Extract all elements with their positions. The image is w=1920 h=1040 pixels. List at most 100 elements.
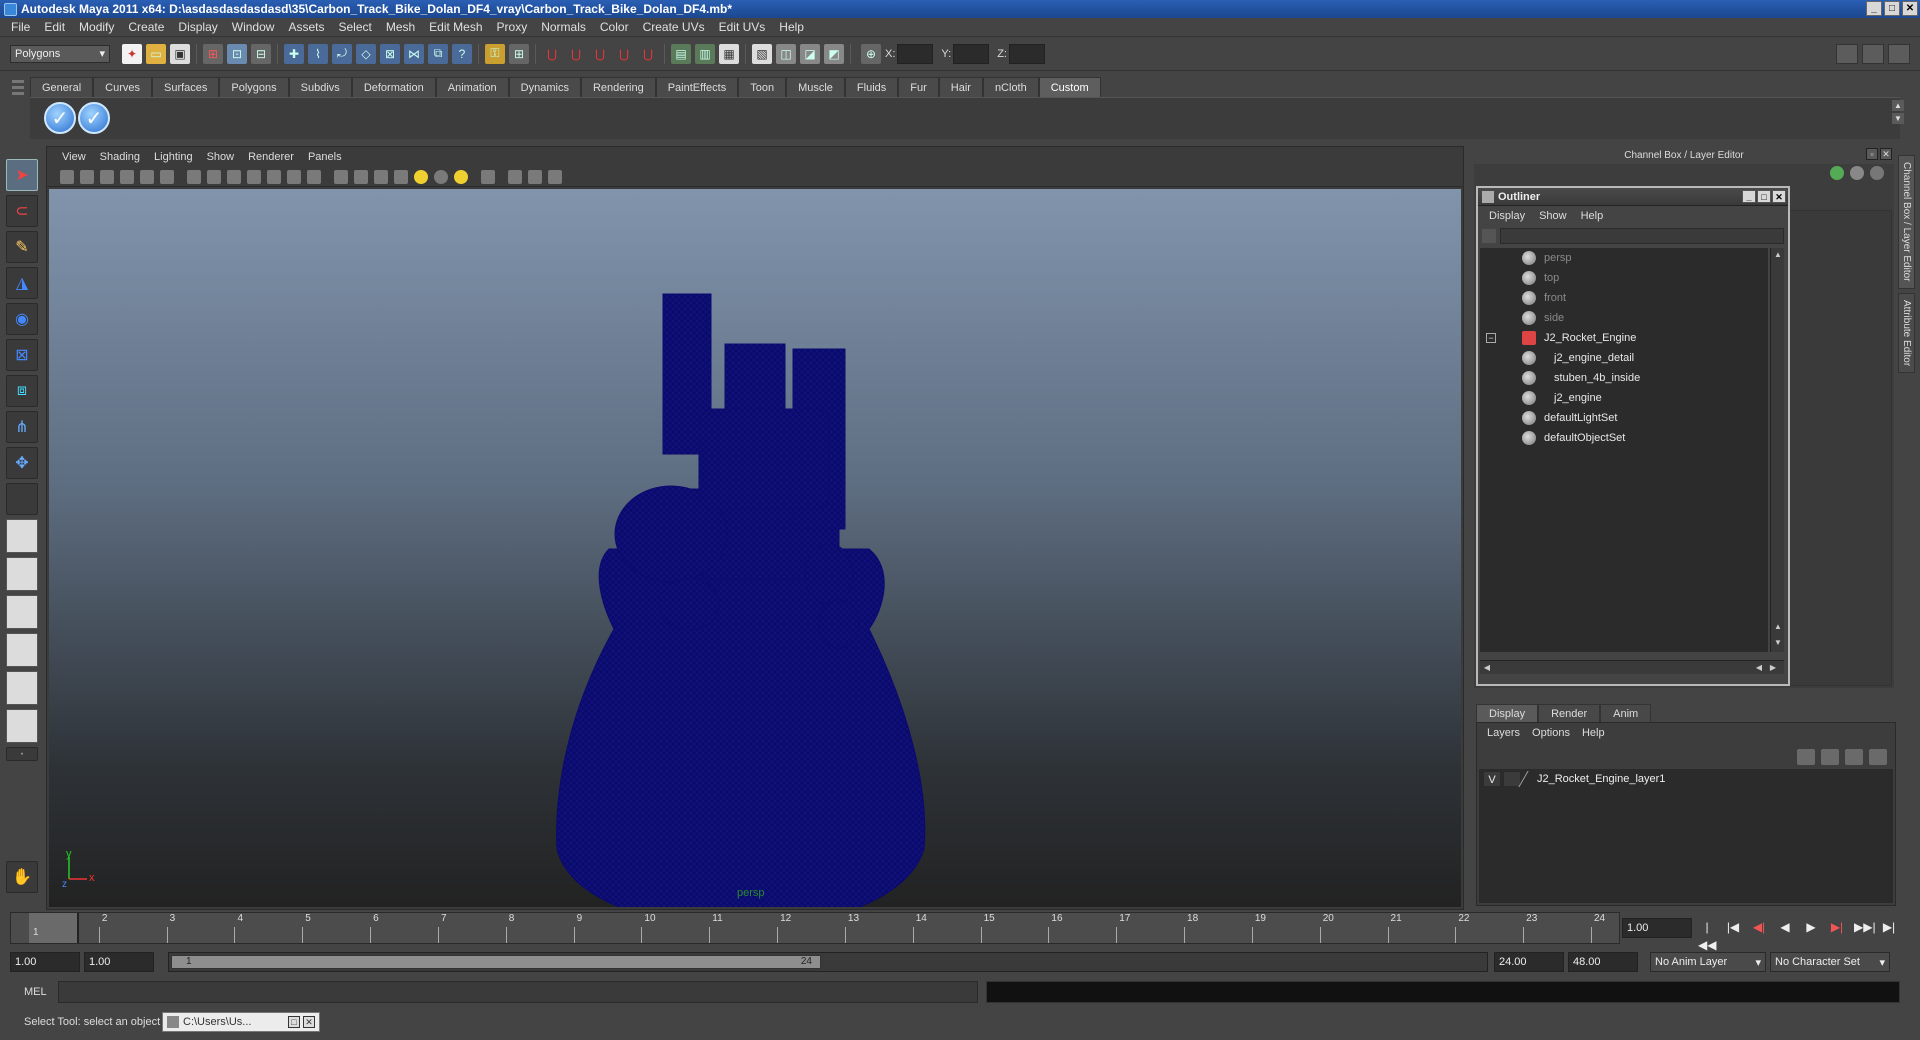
shelf-tab-painteffects[interactable]: PaintEffects xyxy=(655,77,739,97)
scroll-left-icon[interactable]: ◀ xyxy=(1754,663,1764,673)
menu-edit-mesh[interactable]: Edit Mesh xyxy=(422,20,489,34)
outliner-item-j2-engine-detail[interactable]: j2_engine_detail xyxy=(1480,348,1768,368)
viewport-menu-show[interactable]: Show xyxy=(200,151,242,163)
camera-attributes-icon[interactable] xyxy=(80,169,94,184)
attribute-editor-toggle-icon[interactable] xyxy=(1836,44,1858,64)
outliner-item-j2-engine[interactable]: j2_engine xyxy=(1480,388,1768,408)
shelf-tab-custom[interactable]: Custom xyxy=(1038,77,1101,97)
shelf-tab-deformation[interactable]: Deformation xyxy=(351,77,436,97)
viewport-menu-renderer[interactable]: Renderer xyxy=(241,151,301,163)
magnet-curve-icon[interactable]: ⋃ xyxy=(566,44,586,64)
film-gate-icon[interactable] xyxy=(207,169,221,184)
scale-tool-icon[interactable]: ⊠ xyxy=(6,339,38,371)
render-settings-icon[interactable]: ◩ xyxy=(824,43,844,64)
field-chart-icon[interactable] xyxy=(267,169,281,184)
outliner-minimize-button[interactable]: _ xyxy=(1742,190,1756,203)
menu-create[interactable]: Create xyxy=(121,20,171,34)
menu-create-uvs[interactable]: Create UVs xyxy=(636,20,712,34)
shelf-scroll-up-icon[interactable]: ▲ xyxy=(1892,100,1904,111)
select-mask-icon[interactable]: ⊞ xyxy=(509,43,529,64)
outliner-horizontal-scrollbar[interactable]: ◀ ◀ ▶ xyxy=(1480,660,1784,674)
outliner-menu-help[interactable]: Help xyxy=(1574,210,1611,222)
layer-row[interactable]: V J2_Rocket_Engine_layer1 xyxy=(1479,769,1893,789)
xray-components-icon[interactable] xyxy=(548,169,562,184)
ops-panel-icon[interactable]: ▦ xyxy=(719,43,739,64)
menu-edit[interactable]: Edit xyxy=(37,20,72,34)
hypershade-persp-layout-icon[interactable] xyxy=(6,671,38,705)
time-slider[interactable]: 123456789101112131415161718192021222324 … xyxy=(10,912,1620,944)
isolate-select-icon[interactable] xyxy=(508,169,522,184)
move-layer-down-icon[interactable] xyxy=(1821,749,1839,765)
menu-file[interactable]: File xyxy=(4,20,37,34)
go-to-start-icon[interactable]: |◀◀ xyxy=(1698,918,1716,952)
select-component-icon[interactable]: ⊟ xyxy=(251,43,271,64)
help-question-icon[interactable]: ? xyxy=(452,43,472,64)
restore-icon[interactable]: □ xyxy=(288,1016,300,1028)
play-forwards-icon[interactable]: ▶ xyxy=(1802,918,1820,936)
2d-pan-zoom-icon[interactable] xyxy=(140,169,154,184)
shelf-tab-dynamics[interactable]: Dynamics xyxy=(508,77,581,97)
step-back-key-icon[interactable]: ◀| xyxy=(1750,918,1768,936)
magnet-plane-icon[interactable]: ⋃ xyxy=(614,44,634,64)
outliner-close-button[interactable]: ✕ xyxy=(1772,190,1786,203)
menu-mesh[interactable]: Mesh xyxy=(379,20,422,34)
select-tool-icon[interactable]: ➤ xyxy=(6,159,38,191)
construction-icon[interactable]: ⧉ xyxy=(428,43,448,64)
shelf-handle[interactable] xyxy=(12,77,26,137)
outliner-vertical-scrollbar[interactable]: ▲ ▲ ▼ xyxy=(1770,248,1784,652)
hand-icon[interactable]: ✋ xyxy=(6,861,38,893)
rotate-tool-icon[interactable]: ◉ xyxy=(6,303,38,335)
scroll-up-icon[interactable]: ▲ xyxy=(1773,250,1783,260)
outliner-item-top[interactable]: top xyxy=(1480,268,1768,288)
textured-icon[interactable] xyxy=(394,169,408,184)
outliner-item-stuben-4b-inside[interactable]: stuben_4b_inside xyxy=(1480,368,1768,388)
anim-layer-dropdown[interactable]: No Anim Layer ▾ xyxy=(1650,952,1766,972)
menu-window[interactable]: Window xyxy=(225,20,282,34)
single-view-layout-icon[interactable] xyxy=(6,519,38,553)
xray-joints-icon[interactable] xyxy=(528,169,542,184)
outliner-maximize-button[interactable]: □ xyxy=(1757,190,1771,203)
filter-icon[interactable] xyxy=(1482,229,1496,243)
step-forward-key-icon[interactable]: ▶| xyxy=(1828,918,1846,936)
lasso-tool-icon[interactable]: ⊂ xyxy=(6,195,38,227)
safe-action-icon[interactable] xyxy=(287,169,301,184)
step-back-frame-icon[interactable]: |◀ xyxy=(1724,918,1742,936)
outliner-menu-show[interactable]: Show xyxy=(1532,210,1574,222)
outliner-item-default-light-set[interactable]: defaultLightSet xyxy=(1480,408,1768,428)
command-input[interactable] xyxy=(58,981,978,1003)
wireframe-on-shaded-icon[interactable] xyxy=(374,169,388,184)
viewport-menu-shading[interactable]: Shading xyxy=(93,151,147,163)
shelf-scroll-down-icon[interactable]: ▼ xyxy=(1892,113,1904,124)
go-to-end-icon[interactable]: ▶| xyxy=(1880,918,1898,936)
select-hierarchy-icon[interactable]: ⊞ xyxy=(203,43,223,64)
mel-language-toggle[interactable]: MEL xyxy=(10,986,58,998)
close-icon[interactable]: ✕ xyxy=(303,1016,315,1028)
viewport-menu-panels[interactable]: Panels xyxy=(301,151,349,163)
xray-icon[interactable] xyxy=(481,169,495,184)
shelf-tab-surfaces[interactable]: Surfaces xyxy=(151,77,220,97)
shelf-tab-fluids[interactable]: Fluids xyxy=(844,77,899,97)
menu-color[interactable]: Color xyxy=(593,20,636,34)
camera-select-icon[interactable] xyxy=(60,169,74,184)
shelf-tab-subdivs[interactable]: Subdivs xyxy=(288,77,352,97)
hyperbolic-icon[interactable] xyxy=(1870,166,1884,180)
soft-modification-icon[interactable]: ⋔ xyxy=(6,411,38,443)
history-icon[interactable]: ⋈ xyxy=(404,43,424,64)
menu-proxy[interactable]: Proxy xyxy=(490,20,535,34)
menu-assets[interactable]: Assets xyxy=(281,20,331,34)
outliner-menu-display[interactable]: Display xyxy=(1482,210,1532,222)
maximize-button[interactable]: □ xyxy=(1884,1,1900,16)
grid-icon[interactable] xyxy=(187,169,201,184)
image-plane-icon[interactable] xyxy=(120,169,134,184)
move-layer-up-icon[interactable] xyxy=(1797,749,1815,765)
outliner-item-persp[interactable]: persp xyxy=(1480,248,1768,268)
channel-box-float-icon[interactable]: ▫ xyxy=(1866,148,1878,160)
shelf-check-icon[interactable]: ✓ xyxy=(44,102,76,134)
layer-tab-render[interactable]: Render xyxy=(1538,704,1601,722)
playback-start-field[interactable]: 1.00 xyxy=(84,952,154,972)
save-scene-icon[interactable]: ▣ xyxy=(170,43,190,64)
close-button[interactable]: ✕ xyxy=(1902,1,1918,16)
shelf-tab-fur[interactable]: Fur xyxy=(898,77,939,97)
outliner-item-side[interactable]: side xyxy=(1480,308,1768,328)
create-layer-icon[interactable] xyxy=(1845,749,1863,765)
